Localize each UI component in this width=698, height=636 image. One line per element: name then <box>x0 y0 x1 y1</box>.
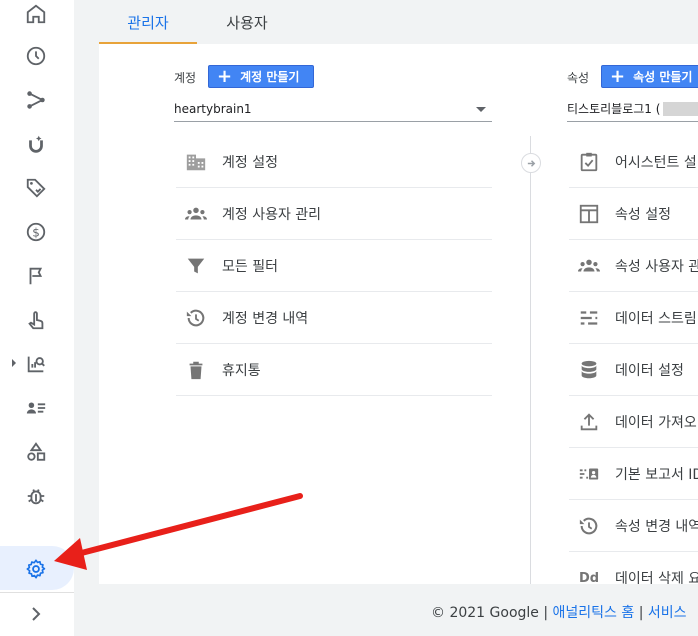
create-property-button[interactable]: + 속성 만들기 <box>601 65 698 88</box>
dropdown-caret-icon <box>476 107 486 112</box>
menu-trash[interactable]: 휴지통 <box>176 344 492 396</box>
bug-icon[interactable] <box>22 482 50 510</box>
service-terms-link[interactable]: 서비스 <box>648 605 687 621</box>
chevron-right-icon[interactable] <box>26 604 46 624</box>
menu-account-change-history[interactable]: 계정 변경 내역 <box>176 292 492 344</box>
people-icon <box>184 202 208 226</box>
menu-label: 데이터 설정 <box>615 362 684 379</box>
menu-label: 계정 설정 <box>222 154 278 171</box>
column-divider <box>530 136 531 584</box>
svg-text:$: $ <box>32 226 40 240</box>
menu-label: 모든 필터 <box>222 258 278 275</box>
upload-icon <box>577 410 601 434</box>
flag-icon[interactable] <box>22 262 50 290</box>
arrow-right-circle-icon <box>521 153 541 173</box>
menu-account-user-management[interactable]: 계정 사용자 관리 <box>176 188 492 240</box>
menu-label: 어시스턴트 설 <box>615 154 697 171</box>
property-select[interactable]: 티스토리블로그1 ( <box>567 96 698 122</box>
home-icon[interactable] <box>22 0 50 28</box>
branch-icon[interactable] <box>22 86 50 114</box>
menu-label: 기본 보고서 ID <box>615 466 698 483</box>
clock-icon[interactable] <box>22 42 50 70</box>
rail-divider <box>0 592 74 593</box>
menu-data-settings[interactable]: 데이터 설정 <box>569 344 698 396</box>
plus-icon: + <box>610 65 626 87</box>
footer-links: © 2021 Google | 애널리틱스 홈 | 서비스 <box>431 602 687 622</box>
menu-label: 데이터 스트림 <box>615 310 697 327</box>
plus-icon: + <box>217 65 233 87</box>
menu-account-settings[interactable]: 계정 설정 <box>176 136 492 188</box>
layout-icon <box>577 202 601 226</box>
database-icon <box>577 358 601 382</box>
menu-label: 휴지통 <box>222 362 261 379</box>
touch-icon[interactable] <box>22 306 50 334</box>
menu-label: 계정 변경 내역 <box>222 310 309 327</box>
menu-label: 속성 사용자 관 <box>615 258 698 275</box>
people-icon <box>577 254 601 278</box>
menu-label: 속성 변경 내역 <box>615 518 698 535</box>
left-nav-rail: $ <box>0 0 74 636</box>
report-search-icon[interactable] <box>22 350 50 378</box>
reporting-id-icon <box>577 462 601 486</box>
account-menu: 계정 설정 계정 사용자 관리 모든 필터 계정 변경 내역 휴지통 <box>176 136 492 396</box>
menu-data-import[interactable]: 데이터 가져오 <box>569 396 698 448</box>
admin-panel: 계정 + 계정 만들기 heartybrain1 계정 설정 계정 사용자 관리… <box>99 44 698 587</box>
shapes-icon[interactable] <box>22 438 50 466</box>
menu-property-change-history[interactable]: 속성 변경 내역 <box>569 500 698 552</box>
dollar-icon[interactable]: $ <box>22 218 50 246</box>
menu-label: 계정 사용자 관리 <box>222 206 322 223</box>
menu-setup-assistant[interactable]: 어시스턴트 설 <box>569 136 698 188</box>
footer-separator: | <box>538 605 553 621</box>
building-icon <box>184 150 208 174</box>
user-list-icon[interactable] <box>22 394 50 422</box>
create-property-label: 속성 만들기 <box>633 70 693 84</box>
trash-icon <box>184 358 208 382</box>
magnet-icon[interactable] <box>22 130 50 158</box>
tab-user[interactable]: 사용자 <box>199 0 295 44</box>
redacted-block <box>663 101 698 116</box>
analytics-home-link[interactable]: 애널리틱스 홈 <box>553 605 635 621</box>
property-menu: 어시스턴트 설 속성 설정 속성 사용자 관 데이터 스트림 데이터 설정 데이… <box>569 136 698 604</box>
menu-label: 데이터 가져오 <box>615 414 697 431</box>
account-label: 계정 <box>174 71 197 85</box>
gutter <box>74 0 99 636</box>
checklist-icon <box>577 150 601 174</box>
menu-data-streams[interactable]: 데이터 스트림 <box>569 292 698 344</box>
admin-tabs: 관리자 사용자 <box>99 0 698 44</box>
account-select[interactable]: heartybrain1 <box>174 96 492 122</box>
filter-icon <box>184 254 208 278</box>
create-account-label: 계정 만들기 <box>240 70 300 84</box>
footer: © 2021 Google | 애널리틱스 홈 | 서비스 <box>99 584 698 636</box>
history-icon <box>184 306 208 330</box>
footer-separator: | <box>634 605 648 621</box>
gear-icon[interactable] <box>22 555 50 583</box>
expand-caret-icon[interactable] <box>10 358 18 368</box>
history-icon <box>577 514 601 538</box>
menu-property-user-management[interactable]: 속성 사용자 관 <box>569 240 698 292</box>
tag-heart-icon[interactable] <box>22 174 50 202</box>
account-select-value: heartybrain1 <box>174 101 252 116</box>
menu-property-settings[interactable]: 속성 설정 <box>569 188 698 240</box>
tab-admin[interactable]: 관리자 <box>99 0 197 44</box>
copyright-text: © 2021 Google <box>431 605 539 621</box>
property-label: 속성 <box>567 71 590 85</box>
streams-icon <box>577 306 601 330</box>
property-select-value: 티스토리블로그1 ( <box>567 102 661 116</box>
create-account-button[interactable]: + 계정 만들기 <box>208 65 314 88</box>
menu-label: 속성 설정 <box>615 206 671 223</box>
menu-reporting-identity[interactable]: 기본 보고서 ID <box>569 448 698 500</box>
menu-all-filters[interactable]: 모든 필터 <box>176 240 492 292</box>
